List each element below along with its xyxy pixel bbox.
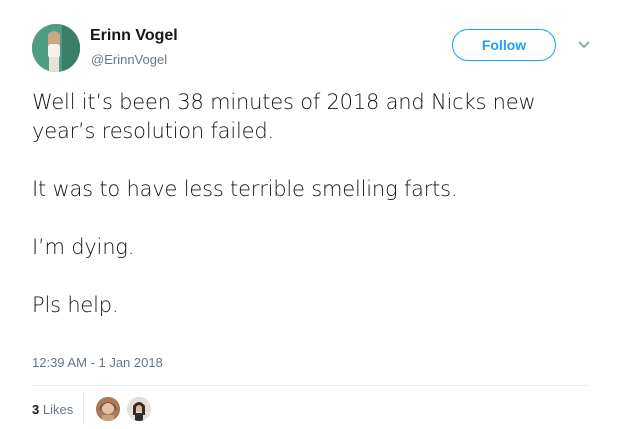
liker-avatar[interactable] (96, 397, 120, 421)
follow-button[interactable]: Follow (452, 29, 556, 61)
stats-separator (83, 392, 84, 424)
tweet-text: Well it’s been 38 minutes of 2018 and Ni… (32, 88, 602, 320)
author-handle[interactable]: @ErinnVogel (91, 52, 167, 67)
likes-count: 3 (32, 402, 40, 417)
likes-label: Likes (42, 402, 74, 417)
likes-stat[interactable]: 3 Likes (32, 402, 73, 417)
tweet-paragraph: Well it’s been 38 minutes of 2018 and Ni… (32, 90, 536, 143)
chevron-down-icon[interactable] (578, 40, 590, 50)
tweet-paragraph: I’m dying. (32, 235, 135, 259)
author-name[interactable]: Erinn Vogel (90, 27, 178, 45)
divider (32, 385, 590, 386)
tweet-paragraph: It was to have less terrible smelling fa… (32, 177, 458, 201)
tweet-paragraph: Pls help. (32, 293, 119, 317)
liker-avatar[interactable] (127, 397, 151, 421)
avatar[interactable] (32, 24, 80, 72)
tweet-timestamp[interactable]: 12:39 AM - 1 Jan 2018 (32, 355, 163, 370)
